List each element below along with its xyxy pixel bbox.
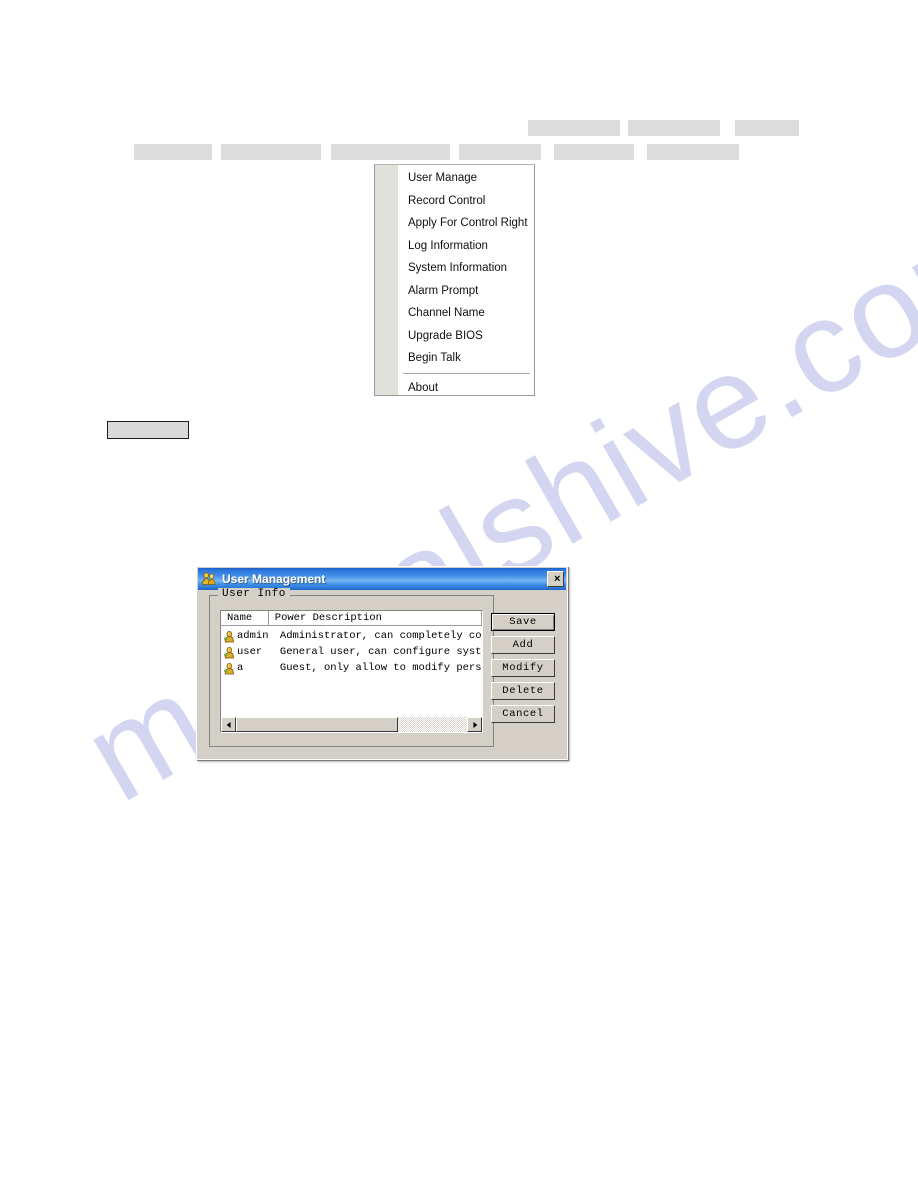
user-icon bbox=[223, 662, 236, 675]
cell-power-description: Guest, only allow to modify person bbox=[279, 662, 482, 674]
table-row[interactable]: a Guest, only allow to modify person bbox=[221, 660, 482, 676]
menu-item-channel-name[interactable]: Channel Name bbox=[405, 302, 532, 324]
system-configuration-menu[interactable]: User Manage Record Control Apply For Contr… bbox=[374, 164, 535, 396]
chevron-left-icon bbox=[226, 721, 231, 728]
user-list[interactable]: Name Power Description admin Administrator… bbox=[220, 610, 483, 733]
table-row[interactable]: admin Administrator, can completely conf bbox=[221, 628, 482, 644]
user-icon bbox=[223, 630, 236, 643]
user-list-header: Name Power Description bbox=[221, 611, 482, 626]
column-header-name[interactable]: Name bbox=[221, 611, 269, 626]
cell-name: admin bbox=[221, 630, 275, 643]
cancel-button[interactable]: Cancel bbox=[491, 705, 555, 723]
groupbox-legend: User Info bbox=[218, 588, 290, 600]
close-icon[interactable]: × bbox=[547, 571, 564, 587]
cell-power-description: General user, can configure system bbox=[279, 646, 482, 658]
redacted-bar bbox=[459, 144, 541, 160]
redacted-bar bbox=[221, 144, 321, 160]
scrollbar-thumb[interactable] bbox=[236, 717, 398, 732]
redacted-bar bbox=[628, 120, 720, 136]
dialog-title: User Management bbox=[222, 572, 326, 586]
user-info-groupbox: User Info Name Power Description admin Adm… bbox=[209, 588, 494, 747]
user-icon bbox=[223, 646, 236, 659]
dialog-button-column: Save Add Modify Delete Cancel bbox=[491, 613, 555, 728]
redacted-bar bbox=[331, 144, 450, 160]
user-name: admin bbox=[237, 630, 269, 642]
delete-button[interactable]: Delete bbox=[491, 682, 555, 700]
chevron-right-icon bbox=[472, 721, 477, 728]
add-button[interactable]: Add bbox=[491, 636, 555, 654]
save-button[interactable]: Save bbox=[491, 613, 555, 631]
cell-name: a bbox=[221, 662, 275, 675]
redacted-bar bbox=[528, 120, 620, 136]
users-icon bbox=[201, 571, 217, 587]
user-list-horizontal-scrollbar[interactable] bbox=[221, 717, 482, 732]
user-name: a bbox=[237, 662, 244, 674]
cell-power-description: Administrator, can completely conf bbox=[279, 630, 482, 642]
menu-item-user-manage[interactable]: User Manage bbox=[405, 167, 532, 189]
scrollbar-track[interactable] bbox=[236, 717, 467, 732]
menu-item-upgrade-bios[interactable]: Upgrade BIOS bbox=[405, 325, 532, 347]
table-row[interactable]: user General user, can configure system bbox=[221, 644, 482, 660]
redacted-bar bbox=[134, 144, 212, 160]
menu-item-record-control[interactable]: Record Control bbox=[405, 190, 532, 212]
menu-item-begin-talk[interactable]: Begin Talk bbox=[405, 347, 532, 369]
user-name: user bbox=[237, 646, 263, 658]
menu-item-alarm-prompt[interactable]: Alarm Prompt bbox=[405, 280, 532, 302]
redacted-bar bbox=[647, 144, 739, 160]
menu-separator bbox=[403, 372, 530, 374]
dialog-titlebar[interactable]: User Management × bbox=[198, 568, 566, 590]
redacted-bar bbox=[554, 144, 634, 160]
redacted-bar-bordered bbox=[107, 421, 189, 439]
redacted-bar bbox=[735, 120, 799, 136]
scroll-left-button[interactable] bbox=[221, 717, 236, 732]
user-management-dialog: User Management × User Info Name Power De… bbox=[196, 566, 568, 760]
menu-item-log-information[interactable]: Log Information bbox=[405, 235, 532, 257]
column-header-power-description[interactable]: Power Description bbox=[268, 611, 482, 626]
modify-button[interactable]: Modify bbox=[491, 659, 555, 677]
menu-gutter-strip bbox=[375, 165, 399, 395]
cell-name: user bbox=[221, 646, 275, 659]
menu-item-list: User Manage Record Control Apply For Contr… bbox=[399, 165, 534, 395]
menu-item-about[interactable]: About bbox=[405, 377, 532, 399]
scroll-right-button[interactable] bbox=[467, 717, 482, 732]
menu-item-apply-for-control-right[interactable]: Apply For Control Right bbox=[405, 212, 532, 234]
menu-item-system-information[interactable]: System Information bbox=[405, 257, 532, 279]
